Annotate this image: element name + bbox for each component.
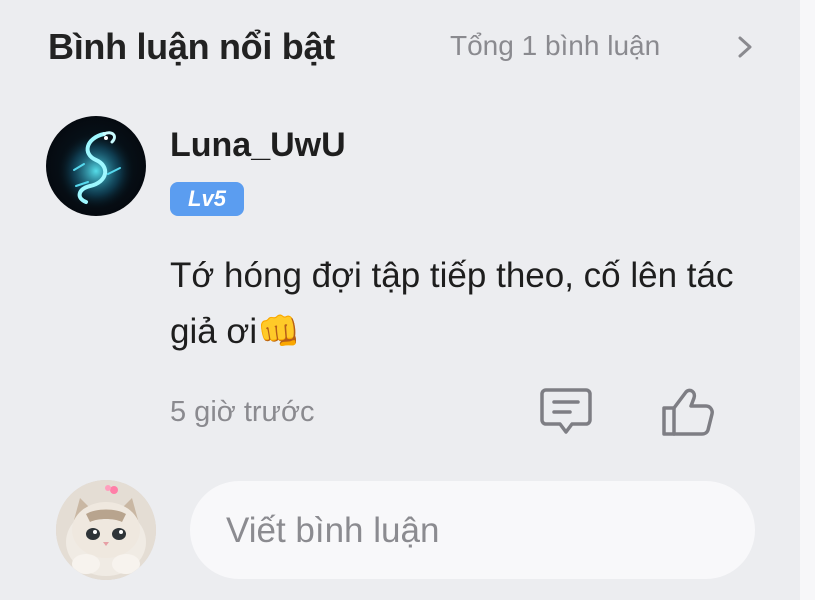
featured-comments-panel: Bình luận nổi bật Tổng 1 bình luận Luna_… xyxy=(0,0,800,600)
comment-reply-icon[interactable] xyxy=(538,386,594,438)
comment-input[interactable]: Viết bình luận xyxy=(190,481,755,579)
chevron-right-icon[interactable] xyxy=(734,34,756,60)
commenter-avatar[interactable] xyxy=(46,116,146,216)
dragon-avatar-image xyxy=(56,131,136,211)
comment-timestamp: 5 giờ trước xyxy=(170,396,315,428)
cat-avatar-image xyxy=(56,480,156,580)
comment-text: Tớ hóng đợi tập tiếp theo, cố lên tác gi… xyxy=(170,256,734,351)
comment-input-placeholder: Viết bình luận xyxy=(226,511,440,550)
level-badge: Lv5 xyxy=(170,182,244,216)
commenter-username[interactable]: Luna_UwU xyxy=(170,126,346,165)
thumbs-up-icon[interactable] xyxy=(660,386,716,438)
section-title: Bình luận nổi bật xyxy=(48,26,335,67)
total-comments-link[interactable]: Tổng 1 bình luận xyxy=(450,30,660,62)
featured-comments-header: Bình luận nổi bật Tổng 1 bình luận xyxy=(48,26,768,70)
right-edge-background xyxy=(800,0,815,600)
current-user-avatar[interactable] xyxy=(56,480,156,580)
